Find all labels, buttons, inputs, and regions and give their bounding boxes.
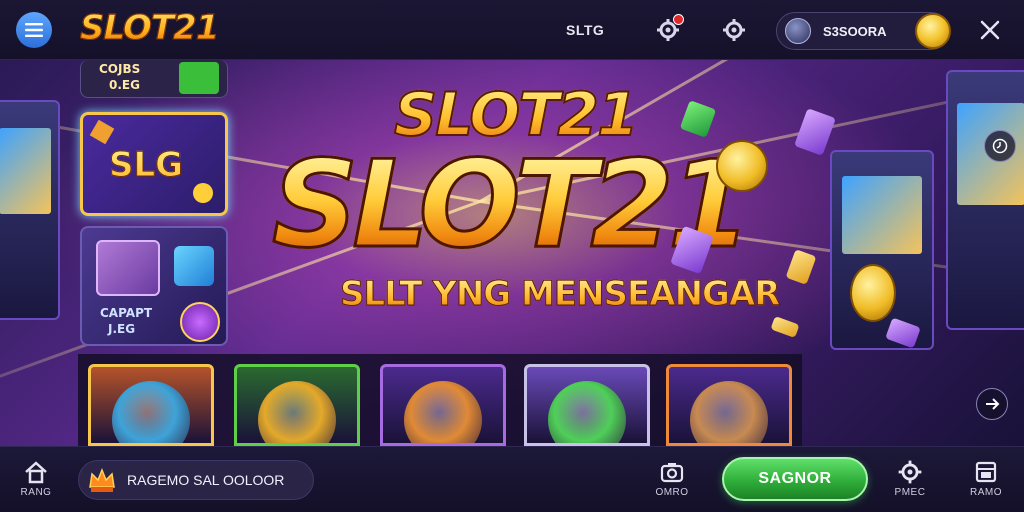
coin-icon (193, 183, 213, 203)
avatar (785, 18, 811, 44)
game-tile[interactable] (524, 364, 650, 446)
game-tile[interactable] (380, 364, 506, 446)
hero-banner[interactable]: COJBS 0.EG SLG CAPAPT J.EG SLOT21 SLOT21… (0, 60, 1024, 446)
gear-icon (898, 460, 922, 484)
arrow-right-icon (986, 398, 1000, 410)
signup-button[interactable]: SAGNOR (722, 457, 868, 501)
gold-coin-icon (850, 264, 896, 322)
arcade-machine (830, 150, 934, 350)
bottom-nav-bar: RANG RAGEMO SAL OOLOOR OMRO SAGNOR PMEC (0, 446, 1024, 512)
game-character (404, 381, 482, 443)
game-tiles-row (78, 354, 802, 446)
crown-icon (89, 467, 115, 492)
account-balance-pill[interactable]: S3SOORA (776, 12, 951, 50)
notification-badge (673, 14, 684, 25)
green-gem-icon (679, 100, 717, 138)
promo-banner[interactable]: RAGEMO SAL OOLOOR (78, 460, 314, 500)
notifications-button[interactable] (654, 14, 684, 44)
side-card-label: COJBS (99, 62, 141, 76)
hero-subtitle: SLLT YNG MENSEANGAR (339, 274, 780, 315)
nav-settings-label: PMEC (894, 487, 926, 498)
top-bar: SLOT21 SLTG S3SOORA (0, 0, 1024, 60)
arcade-machine (0, 100, 60, 320)
close-icon (980, 20, 1000, 40)
settings-button[interactable] (720, 16, 748, 44)
hamburger-menu-button[interactable] (16, 12, 52, 48)
app-logo[interactable]: SLOT21 (79, 8, 219, 49)
side-card-label: 0.EG (109, 78, 140, 92)
promo-text: RAGEMO SAL OOLOOR (127, 472, 285, 488)
game-character (112, 381, 190, 443)
info-button[interactable] (984, 130, 1016, 162)
cash-icon (179, 62, 219, 94)
gear-icon (723, 19, 745, 41)
close-button[interactable] (976, 16, 1004, 44)
side-card-label: J.EG (108, 322, 136, 336)
game-character (258, 381, 336, 443)
gold-bar-icon (785, 249, 817, 285)
nav-settings[interactable]: PMEC (886, 459, 934, 505)
nav-camera-label: OMRO (655, 487, 689, 498)
side-card-featured[interactable]: SLG (80, 112, 228, 216)
game-tile[interactable] (88, 364, 214, 446)
gold-bar-icon (770, 315, 800, 339)
nav-home-label: RANG (20, 487, 52, 498)
side-card-top[interactable]: COJBS 0.EG (80, 60, 228, 98)
clock-icon (992, 138, 1008, 154)
next-arrow-button[interactable] (976, 388, 1008, 420)
coin-icon (915, 13, 951, 49)
nav-home[interactable]: RANG (12, 459, 60, 505)
account-name: S3SOORA (823, 24, 887, 39)
nav-link-sltg[interactable]: SLTG (566, 22, 604, 38)
nav-camera[interactable]: OMRO (648, 459, 696, 505)
arcade-machine (946, 70, 1024, 330)
home-icon (25, 461, 47, 484)
side-card-label: CAPAPT (100, 306, 153, 320)
game-character (548, 381, 626, 443)
camera-icon (660, 463, 684, 483)
gold-coin-icon (716, 140, 768, 192)
grid-menu-icon (975, 461, 997, 483)
side-card-dice[interactable]: CAPAPT J.EG (80, 226, 228, 346)
hamburger-icon (25, 23, 43, 37)
nav-more-label: RAMO (970, 487, 1002, 498)
cube-icon (174, 246, 214, 286)
bonus-icon (180, 302, 220, 342)
featured-card-label: SLG (108, 145, 184, 186)
gem-icon (89, 119, 115, 145)
game-tile[interactable] (666, 364, 792, 446)
dice-icon (96, 240, 160, 296)
game-character (690, 381, 768, 443)
nav-more[interactable]: RAMO (962, 459, 1010, 505)
purple-gem-icon (794, 108, 836, 156)
game-tile[interactable] (234, 364, 360, 446)
